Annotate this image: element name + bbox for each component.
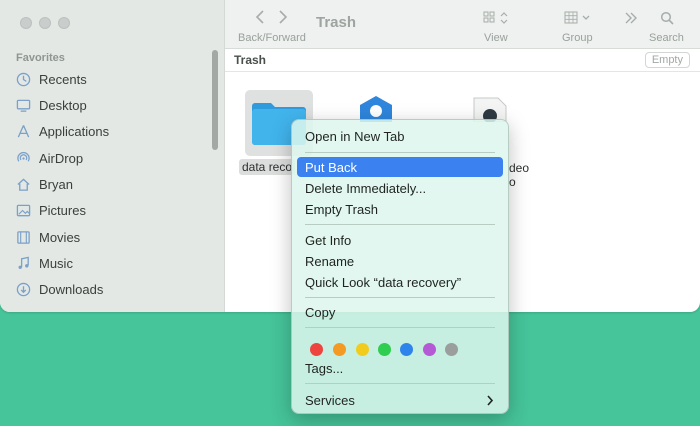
- home-icon: [16, 177, 31, 192]
- sidebar: Favorites Recents Desktop Applications A…: [0, 0, 225, 312]
- menu-separator: [305, 152, 495, 153]
- view-grid-icon[interactable]: [483, 11, 509, 25]
- file-label-data-recovery[interactable]: data reco: [239, 159, 296, 175]
- sidebar-item-applications[interactable]: Applications: [16, 120, 216, 142]
- menu-separator: [305, 327, 495, 328]
- menu-item-put-back[interactable]: Put Back: [297, 157, 503, 177]
- menu-item-delete-immediately[interactable]: Delete Immediately...: [297, 178, 503, 198]
- close-window-button[interactable]: [20, 17, 32, 29]
- menu-separator: [305, 383, 495, 384]
- sidebar-item-bryan[interactable]: Bryan: [16, 173, 216, 195]
- downloads-icon: [16, 282, 31, 297]
- tag-orange-dot[interactable]: [333, 343, 346, 356]
- menu-item-tags[interactable]: Tags...: [297, 358, 503, 378]
- movies-icon: [16, 230, 31, 245]
- menu-item-rename[interactable]: Rename: [297, 251, 503, 271]
- tag-yellow-dot[interactable]: [356, 343, 369, 356]
- sidebar-item-label: Applications: [39, 123, 110, 139]
- submenu-chevron-icon: [486, 394, 494, 409]
- file-label-video-line2[interactable]: o: [509, 175, 516, 189]
- path-bar: Trash Empty: [225, 49, 700, 72]
- menu-item-quick-look[interactable]: Quick Look “data recovery”: [297, 272, 503, 292]
- view-label: View: [484, 32, 508, 44]
- toolbar: Back/Forward Trash View Group Search: [225, 0, 700, 49]
- tag-blue-dot[interactable]: [400, 343, 413, 356]
- sidebar-item-airdrop[interactable]: AirDrop: [16, 147, 216, 169]
- pictures-icon: [16, 203, 31, 218]
- forward-icon[interactable]: [278, 10, 288, 24]
- search-icon[interactable]: [660, 11, 674, 25]
- sidebar-item-label: Music: [39, 255, 73, 271]
- sidebar-item-label: Downloads: [39, 281, 104, 297]
- sidebar-item-label: Pictures: [39, 202, 86, 218]
- sidebar-item-music[interactable]: Music: [16, 252, 216, 274]
- sidebar-item-pictures[interactable]: Pictures: [16, 199, 216, 221]
- menu-item-get-info[interactable]: Get Info: [297, 230, 503, 250]
- sidebar-heading-favorites: Favorites: [16, 52, 65, 64]
- minimize-window-button[interactable]: [39, 17, 51, 29]
- more-chevron-icon[interactable]: [624, 11, 638, 25]
- menu-item-services[interactable]: Services: [297, 390, 503, 410]
- sidebar-item-label: AirDrop: [39, 150, 84, 166]
- airdrop-icon: [16, 151, 31, 166]
- menu-separator: [305, 297, 495, 298]
- file-label-video[interactable]: deo: [509, 161, 529, 175]
- sidebar-item-label: Recents: [39, 71, 87, 87]
- group-icon[interactable]: [564, 11, 592, 25]
- path-title: Trash: [234, 53, 267, 67]
- sidebar-item-label: Movies: [39, 229, 81, 245]
- context-menu: Open in New Tab Put Back Delete Immediat…: [291, 119, 509, 414]
- zoom-window-button[interactable]: [58, 17, 70, 29]
- menu-separator: [305, 224, 495, 225]
- window-title: Trash: [316, 14, 357, 31]
- tag-purple-dot[interactable]: [423, 343, 436, 356]
- tag-red-dot[interactable]: [310, 343, 323, 356]
- applications-icon: [16, 124, 31, 139]
- clock-icon: [16, 72, 31, 87]
- sidebar-scrollbar[interactable]: [212, 50, 218, 150]
- sidebar-item-recents[interactable]: Recents: [16, 68, 216, 90]
- back-icon[interactable]: [255, 10, 265, 24]
- empty-trash-button[interactable]: Empty: [644, 52, 690, 68]
- desktop-icon: [16, 98, 31, 113]
- sidebar-item-downloads[interactable]: Downloads: [16, 278, 216, 300]
- search-label: Search: [649, 32, 684, 44]
- menu-item-empty-trash[interactable]: Empty Trash: [297, 199, 503, 219]
- tag-gray-dot[interactable]: [445, 343, 458, 356]
- sidebar-item-movies[interactable]: Movies: [16, 226, 216, 248]
- sidebar-item-desktop[interactable]: Desktop: [16, 94, 216, 116]
- group-label: Group: [562, 32, 593, 44]
- music-icon: [16, 256, 31, 271]
- menu-item-copy[interactable]: Copy: [297, 302, 503, 322]
- back-forward-label: Back/Forward: [238, 32, 306, 44]
- sidebar-item-label: Desktop: [39, 97, 87, 113]
- tag-green-dot[interactable]: [378, 343, 391, 356]
- menu-item-open-in-new-tab[interactable]: Open in New Tab: [297, 126, 503, 146]
- sidebar-item-label: Bryan: [39, 176, 73, 192]
